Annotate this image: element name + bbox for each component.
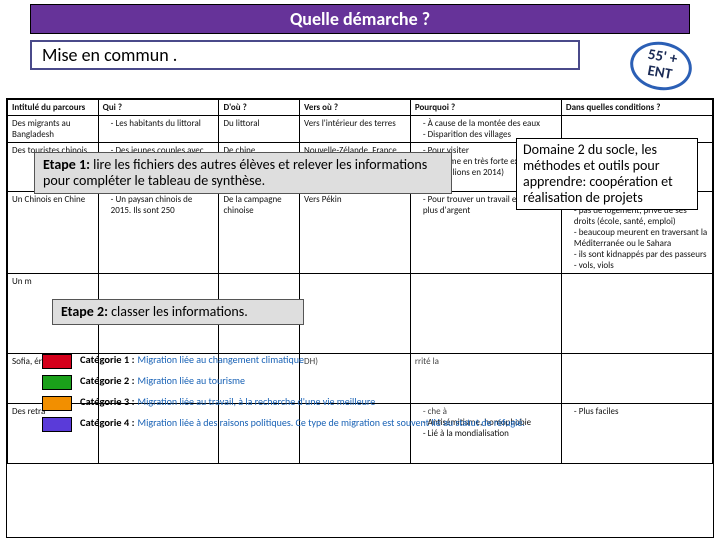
category-legend: Catégorie 1 :Migration liée au changemen… — [42, 354, 582, 438]
swatch-1 — [42, 354, 72, 369]
th-who: Qui ? — [98, 100, 219, 116]
badge-line2: ENT — [646, 64, 673, 84]
cell — [561, 354, 712, 404]
cat-text: Migration liée à des raisons politiques.… — [138, 416, 525, 429]
cell: Les habitants du littoral — [98, 116, 219, 143]
etape-2-label: Etape 2: — [61, 303, 108, 320]
cat-label: Catégorie 3 : — [80, 395, 135, 408]
cell: Plus faciles — [561, 404, 712, 464]
time-badge: 55' + ENT — [626, 37, 695, 95]
domain-box: Domaine 2 du socle, les méthodes et outi… — [516, 138, 698, 210]
etape-1-label: Etape 1: — [43, 156, 90, 173]
page-title: Quelle démarche ? — [290, 8, 430, 30]
cell: Vers Pékin — [300, 192, 411, 274]
subheader-box: Mise en commun . — [30, 40, 580, 70]
swatch-2 — [42, 375, 72, 390]
category-row: Catégorie 1 :Migration liée au changemen… — [42, 354, 582, 369]
cell: Un paysan chinois de 2015. Ils sont 250 — [98, 192, 219, 274]
swatch-4 — [42, 417, 72, 432]
cat-label: Catégorie 4 : — [80, 416, 135, 429]
etape-1-box: Etape 1: lire les fichiers des autres él… — [34, 152, 452, 194]
table-header-row: Intitulé du parcours Qui ? D'où ? Vers o… — [8, 100, 713, 116]
cell — [561, 274, 712, 354]
cell — [300, 274, 411, 354]
etape-2-text: classer les informations. — [108, 303, 248, 320]
category-row: Catégorie 4 :Migration liée à des raison… — [42, 417, 582, 432]
etape-2-box: Etape 2: classer les informations. — [52, 299, 304, 325]
category-row: Catégorie 2 :Migration liée au tourisme — [42, 375, 582, 390]
cell: Un Chinois en Chine — [8, 192, 99, 274]
cell — [410, 274, 561, 354]
category-row: Catégorie 3 :Migration liée au travail, … — [42, 396, 582, 411]
cell: De la campagne chinoise — [219, 192, 300, 274]
th-title: Intitulé du parcours — [8, 100, 99, 116]
cell: Des migrants au Bangladesh — [8, 116, 99, 143]
cat-label: Catégorie 1 : — [80, 353, 135, 366]
etape-1-text: lire les fichiers des autres élèves et r… — [43, 156, 427, 189]
cell: Vers l'intérieur des terres — [300, 116, 411, 143]
subheader-text: Mise en commun . — [42, 44, 177, 66]
th-why: Pourquoi ? — [410, 100, 561, 116]
cat-text: Migration liée au tourisme — [138, 374, 245, 387]
th-cond: Dans quelles conditions ? — [561, 100, 712, 116]
cat-text: Migration liée au changement climatique — [138, 353, 304, 366]
cat-text: Migration liée au travail, à la recherch… — [138, 395, 376, 408]
th-from: D'où ? — [219, 100, 300, 116]
cat-label: Catégorie 2 : — [80, 374, 135, 387]
domain-text: Domaine 2 du socle, les méthodes et outi… — [523, 141, 673, 206]
cell: Du littoral — [219, 116, 300, 143]
swatch-3 — [42, 396, 72, 411]
th-to: Vers où ? — [300, 100, 411, 116]
page-header: Quelle démarche ? — [30, 4, 690, 34]
